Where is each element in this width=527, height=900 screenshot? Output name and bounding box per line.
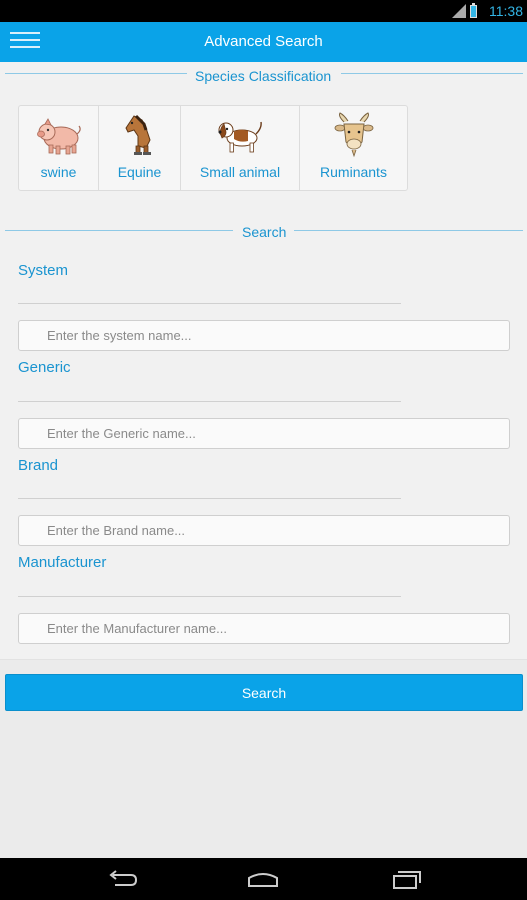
brand-input-container[interactable] xyxy=(18,515,510,546)
manufacturer-label: Manufacturer xyxy=(18,554,107,571)
horse-icon xyxy=(124,114,151,155)
status-time: 11:38 xyxy=(489,3,523,19)
brand-label: Brand xyxy=(18,457,59,474)
species-label-equine: Equine xyxy=(117,164,162,180)
legend-divider-right xyxy=(341,73,523,74)
status-bar: 11:38 xyxy=(0,0,527,22)
species-classification-legend: Species Classification xyxy=(189,68,338,84)
system-underline xyxy=(18,303,401,304)
generic-input-container[interactable] xyxy=(18,418,510,449)
navigation-bar xyxy=(0,858,527,900)
search-legend: Search xyxy=(236,224,293,240)
generic-underline xyxy=(18,401,401,402)
search-legend-divider-right xyxy=(294,230,523,231)
pig-icon xyxy=(36,118,81,155)
battery-icon xyxy=(470,2,477,18)
status-icons xyxy=(452,2,477,18)
search-form-panel: Species Classification swine Equine Smal… xyxy=(0,62,527,660)
home-icon[interactable] xyxy=(246,868,280,890)
species-label-ruminants: Ruminants xyxy=(320,164,387,180)
generic-name-input[interactable] xyxy=(19,419,509,448)
dog-icon xyxy=(218,121,262,153)
signal-icon xyxy=(452,4,466,18)
search-legend-divider-left xyxy=(5,230,233,231)
page-title: Advanced Search xyxy=(204,33,323,50)
brand-underline xyxy=(18,498,401,499)
species-label-small-animal: Small animal xyxy=(199,164,281,180)
action-bar: Advanced Search xyxy=(0,22,527,62)
species-ruminants-button[interactable]: Ruminants xyxy=(300,106,407,190)
generic-label: Generic xyxy=(18,359,71,376)
manufacturer-name-input[interactable] xyxy=(19,614,509,643)
goat-icon xyxy=(334,112,373,158)
main-content: Species Classification swine Equine Smal… xyxy=(0,62,527,858)
manufacturer-input-container[interactable] xyxy=(18,613,510,644)
species-equine-button[interactable]: Equine xyxy=(99,106,181,190)
recents-icon[interactable] xyxy=(389,868,423,890)
manufacturer-underline xyxy=(18,596,401,597)
species-label-swine: swine xyxy=(40,164,77,180)
brand-name-input[interactable] xyxy=(19,516,509,545)
species-swine-button[interactable]: swine xyxy=(19,106,99,190)
system-name-input[interactable] xyxy=(19,321,509,350)
search-button[interactable]: Search xyxy=(5,674,523,711)
back-icon[interactable] xyxy=(105,868,139,890)
system-label: System xyxy=(18,262,69,279)
legend-divider-left xyxy=(5,73,187,74)
system-input-container[interactable] xyxy=(18,320,510,351)
species-small-animal-button[interactable]: Small animal xyxy=(181,106,300,190)
species-selector: swine Equine Small animal Ruminants xyxy=(18,105,408,191)
